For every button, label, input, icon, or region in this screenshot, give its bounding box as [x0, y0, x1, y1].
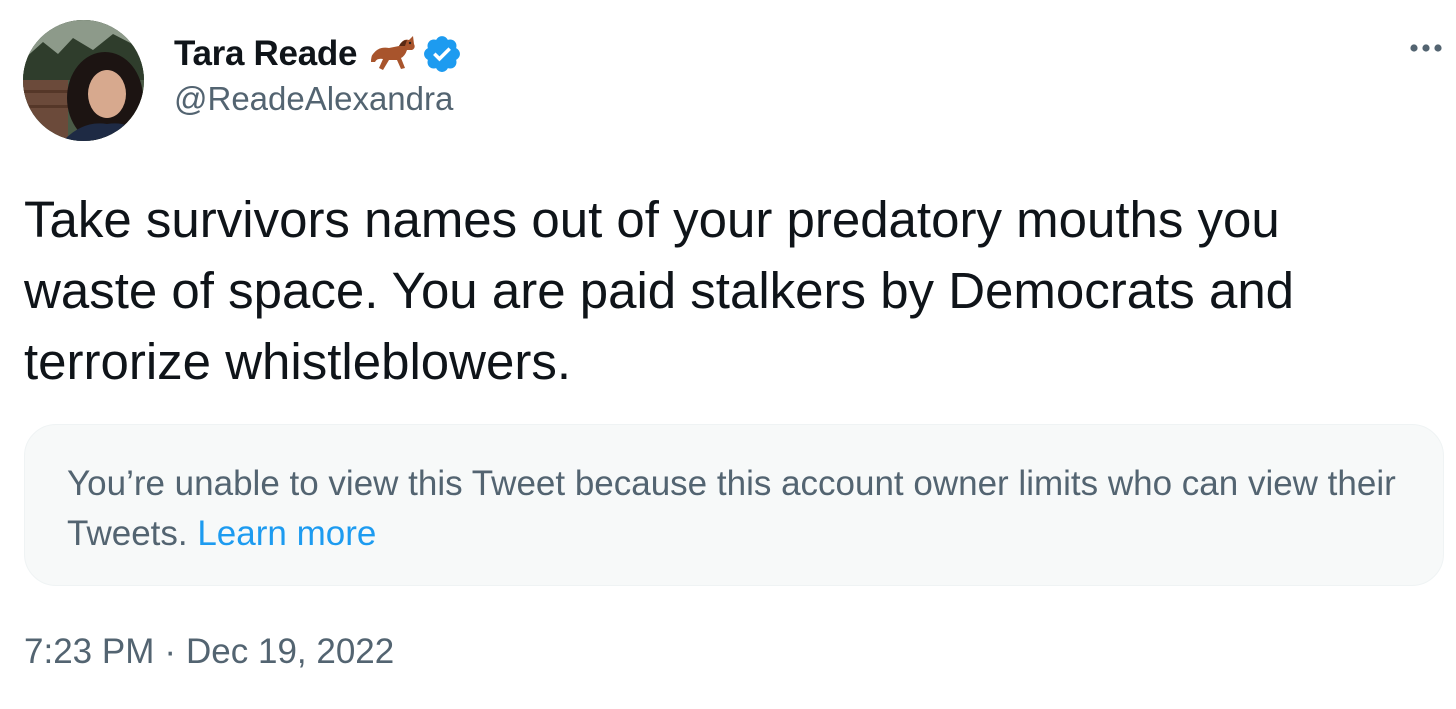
- timestamp[interactable]: 7:23 PM · Dec 19, 2022: [24, 632, 394, 672]
- more-horizontal-icon[interactable]: [1406, 36, 1446, 60]
- tweet-text: Take survivors names out of your predato…: [24, 191, 1295, 390]
- handle[interactable]: @ReadeAlexandra: [174, 80, 463, 118]
- author-block: Tara Reade @ReadeAlexandra: [174, 30, 463, 118]
- tweet-time: 7:23 PM: [24, 632, 155, 671]
- learn-more-link[interactable]: Learn more: [197, 514, 376, 553]
- display-name[interactable]: Tara Reade: [174, 34, 357, 74]
- tweet: Tara Reade @ReadeAlexandra Take survivor…: [0, 0, 1456, 709]
- tweet-date: Dec 19, 2022: [186, 632, 395, 671]
- name-row: Tara Reade: [174, 30, 463, 78]
- timestamp-separator: ·: [164, 632, 177, 671]
- horse-icon: [369, 32, 417, 76]
- unavailable-tweet-notice: You’re unable to view this Tweet because…: [24, 424, 1444, 586]
- avatar[interactable]: [23, 20, 144, 141]
- verified-badge-icon: [421, 33, 463, 75]
